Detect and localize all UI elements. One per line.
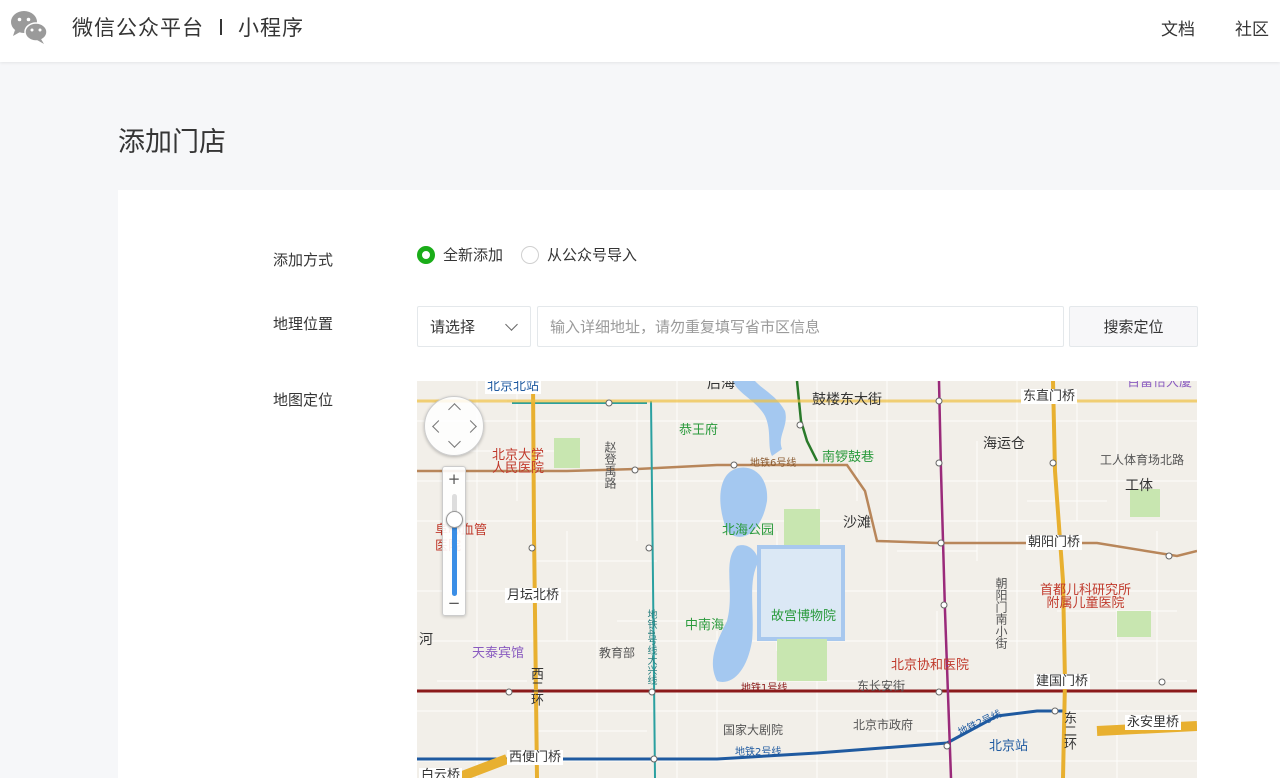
map-label: 西二环 [528, 667, 543, 706]
map-label: 天泰宾馆 [472, 646, 525, 661]
radio-new-label: 全新添加 [443, 246, 504, 264]
map-label: 百富怡大厦 [1127, 381, 1193, 390]
page-title: 添加门店 [118, 127, 226, 158]
map-label: 东二环 [1061, 711, 1076, 750]
brand-divider [220, 19, 222, 35]
region-select[interactable]: 请选择 [417, 306, 531, 347]
nav-docs-link[interactable]: 文档 [1161, 15, 1195, 40]
zoom-in-button[interactable]: + [443, 469, 465, 489]
map-zoom-control: + − [442, 466, 466, 616]
map-label: 北海公园 [722, 523, 775, 538]
map-label: 东直门桥 [1021, 389, 1078, 404]
map-label: 赵登禹路 [603, 441, 617, 489]
map-base [417, 381, 1197, 778]
location-label: 地理位置 [273, 315, 334, 333]
map-pan-control[interactable] [424, 396, 484, 456]
map-label: 恭王府 [679, 423, 719, 438]
pan-up-icon[interactable] [448, 403, 461, 416]
map-label: 地铁2号线 [735, 747, 782, 758]
product-name: 小程序 [238, 16, 304, 40]
map-label: 地图定位 [273, 391, 334, 409]
map-label: 鼓楼东大街 [812, 392, 882, 408]
top-bar: 微信公众平台 小程序 文档 社区 [0, 0, 1280, 62]
map-label: 北京大学 人民医院 [492, 448, 545, 476]
map-label: 北京市政府 [853, 718, 914, 732]
radio-import[interactable]: 从公众号导入 [521, 244, 637, 265]
pan-down-icon[interactable] [448, 435, 461, 448]
map-view[interactable]: 北京北站 后海 鼓楼东大街 东直门桥 百富怡大厦 恭王府 南锣鼓巷 海运仓 北京… [417, 381, 1197, 778]
radio-checked-icon [417, 245, 435, 264]
map-label: 月坛北桥 [505, 588, 562, 603]
form-panel: 添加方式 全新添加 从公众号导入 地理位置 请选择 搜索定位 地图定位 [118, 190, 1280, 778]
method-radio-group: 全新添加 从公众号导入 [417, 244, 655, 265]
map-label: 东长安街 [857, 679, 906, 693]
zoom-slider-handle[interactable] [446, 511, 463, 528]
map-label: 北京协和医院 [891, 658, 970, 673]
zoom-level-fill [452, 519, 457, 596]
map-label: 南锣鼓巷 [822, 450, 875, 465]
map-label: 北京站 [989, 739, 1029, 754]
region-select-value: 请选择 [430, 318, 476, 336]
map-label: 地铁6号线 [750, 458, 797, 469]
map-label: 故宫博物院 [771, 609, 837, 624]
map-label: 河 [419, 632, 433, 648]
map-label: 工人体育场北路 [1100, 453, 1185, 467]
radio-import-label: 从公众号导入 [547, 246, 638, 264]
map-label: 中南海 [685, 618, 725, 633]
map-label: 朝阳门桥 [1026, 535, 1083, 550]
map-label: 首都儿科研究所 附属儿童医院 [1040, 583, 1132, 611]
method-label: 添加方式 [273, 251, 334, 269]
radio-unchecked-icon [521, 245, 540, 264]
search-location-button[interactable]: 搜索定位 [1069, 306, 1198, 347]
brand[interactable]: 微信公众平台 小程序 [10, 9, 304, 45]
map-label: 白云桥 [419, 768, 463, 778]
radio-new[interactable]: 全新添加 [417, 244, 503, 265]
map-label: 北京北站 [485, 381, 542, 394]
map-label: 海运仓 [983, 436, 1025, 452]
map-label: 永安里桥 [1125, 715, 1182, 730]
pan-right-icon[interactable] [464, 420, 477, 433]
map-label: 朝阳门南小街 [994, 577, 1008, 649]
chevron-down-icon [505, 317, 518, 331]
address-input[interactable] [537, 306, 1064, 347]
wechat-icon [10, 9, 48, 45]
map-label: 西便门桥 [507, 750, 564, 765]
map-label: 沙滩 [843, 515, 871, 531]
map-label: 建国门桥 [1034, 674, 1091, 689]
map-label: 教育部 [599, 646, 636, 660]
brand-name: 微信公众平台 [72, 16, 204, 40]
nav-community-link[interactable]: 社区 [1235, 15, 1269, 40]
zoom-out-button[interactable]: − [443, 593, 465, 613]
map-label: 工体 [1125, 478, 1153, 494]
pan-left-icon[interactable] [432, 420, 445, 433]
map-label: 后海 [707, 381, 735, 392]
map-label: 国家大剧院 [723, 723, 784, 737]
top-nav: 文档 社区 [1132, 15, 1280, 40]
map-label: 地铁4号线大兴线 [645, 609, 656, 686]
map-label: 地铁1号线 [741, 683, 788, 694]
